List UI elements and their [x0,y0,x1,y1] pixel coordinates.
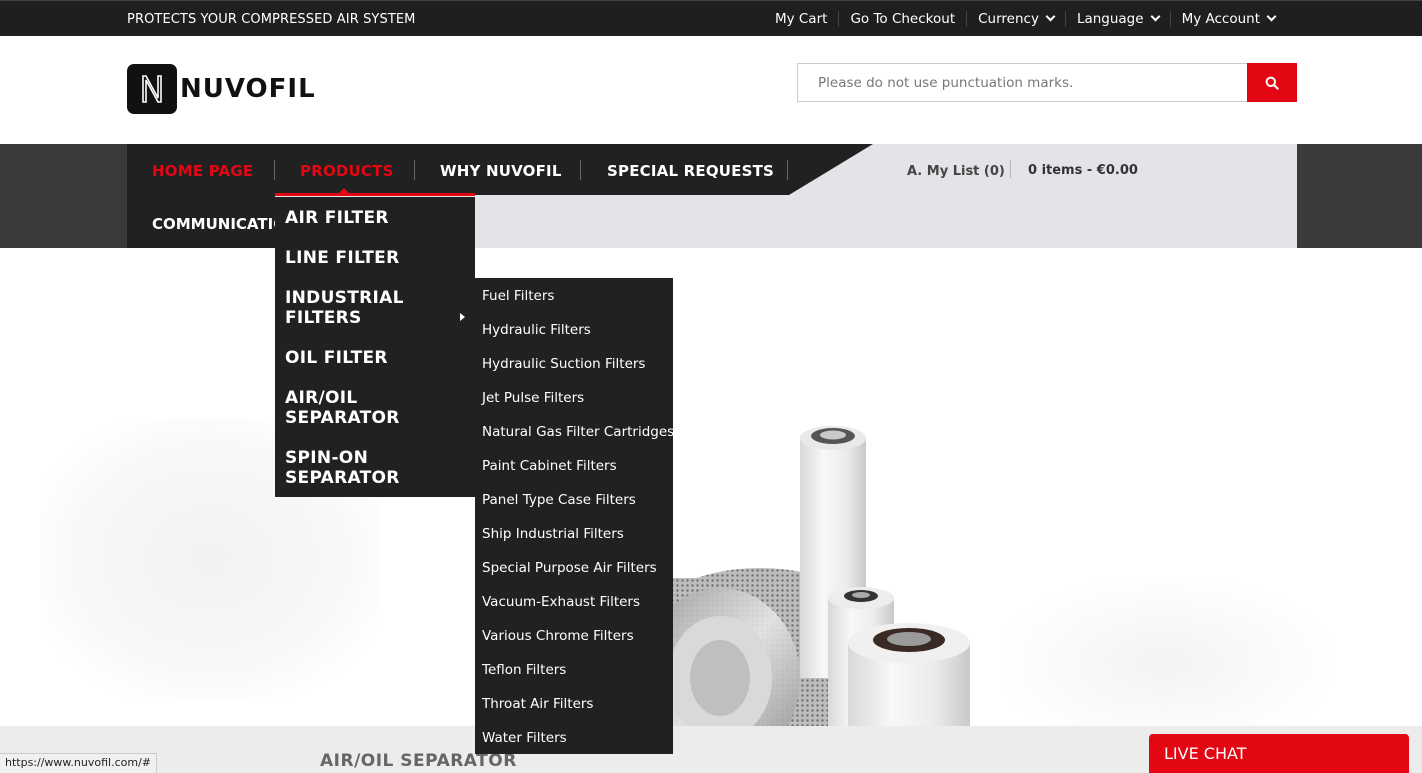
submenu-item[interactable]: Natural Gas Filter Cartridges [482,424,674,440]
nav-divider [580,160,581,180]
menu-air-filter[interactable]: AIR FILTER [285,208,465,228]
submenu-item[interactable]: Vacuum-Exhaust Filters [482,594,640,610]
category-band-label[interactable]: AIR/OIL SEPARATOR [320,751,517,771]
search-icon [1265,76,1279,90]
hero-banner: AIR/OIL SEPARATOR [0,248,1422,773]
main-nav: HOME PAGE PRODUCTS WHY NUVOFIL SPECIAL R… [0,144,1422,248]
site-logo[interactable]: NUVOFIL [127,64,316,114]
chevron-down-icon [1266,11,1277,22]
submenu-item[interactable]: Water Filters [482,730,567,746]
nav-why-nuvofil[interactable]: WHY NUVOFIL [440,162,562,180]
nav-communication[interactable]: COMMUNICATION [152,215,275,233]
checkout-link[interactable]: Go To Checkout [838,11,966,27]
menu-spin-on-separator[interactable]: SPIN-ON SEPARATOR [285,448,425,488]
currency-label: Currency [978,11,1039,27]
checkout-label: Go To Checkout [850,11,956,27]
menu-line-filter[interactable]: LINE FILTER [285,248,465,268]
my-list-link[interactable]: A. My List (0) [907,164,1005,179]
n-logo-icon [142,75,162,103]
nav-side-right [1297,144,1422,248]
submenu-item[interactable]: Hydraulic Filters [482,322,591,338]
submenu-item[interactable]: Paint Cabinet Filters [482,458,617,474]
submenu-item[interactable]: Special Purpose Air Filters [482,560,657,576]
submenu-item[interactable]: Teflon Filters [482,662,566,678]
language-label: Language [1076,11,1144,27]
brand-name: NUVOFIL [180,74,316,104]
search-button[interactable] [1247,63,1297,102]
products-dropdown: AIR FILTER LINE FILTER INDUSTRIAL FILTER… [275,197,475,497]
search-bar [797,63,1297,102]
my-account-dropdown[interactable]: My Account [1169,11,1286,27]
industrial-filters-submenu: Fuel Filters Hydraulic Filters Hydraulic… [475,278,674,754]
tagline: PROTECTS YOUR COMPRESSED AIR SYSTEM [127,12,416,27]
currency-dropdown[interactable]: Currency [966,11,1065,27]
submenu-item[interactable]: Hydraulic Suction Filters [482,356,645,372]
filters-product-image [640,426,970,773]
my-cart-label: My Cart [774,11,828,27]
cart-summary[interactable]: 0 items - €0.00 [1028,163,1138,178]
menu-air-oil-separator[interactable]: AIR/OIL SEPARATOR [285,388,425,428]
top-links: My Cart Go To Checkout Currency Language… [764,1,1286,37]
submenu-item[interactable]: Throat Air Filters [482,696,593,712]
chevron-down-icon [1045,11,1056,22]
submenu-item[interactable]: Jet Pulse Filters [482,390,584,406]
submenu-item[interactable]: Fuel Filters [482,288,554,304]
submenu-item[interactable]: Ship Industrial Filters [482,526,624,542]
menu-oil-filter[interactable]: OIL FILTER [285,348,465,368]
search-input[interactable] [797,63,1247,102]
nav-special-requests[interactable]: SPECIAL REQUESTS [607,162,774,180]
status-url: https://www.nuvofil.com/# [0,753,157,773]
language-dropdown[interactable]: Language [1064,11,1170,27]
live-chat-button[interactable]: LIVE CHAT [1149,734,1409,773]
nav-home[interactable]: HOME PAGE [152,162,253,180]
nav-side-left [0,144,127,248]
top-bar: PROTECTS YOUR COMPRESSED AIR SYSTEM My C… [0,0,1422,36]
cart-divider [1010,160,1011,178]
my-account-label: My Account [1181,11,1260,27]
nav-active-underline [275,193,475,196]
nav-divider [414,160,415,180]
submenu-item[interactable]: Various Chrome Filters [482,628,634,644]
submenu-arrow-icon [460,313,465,321]
nav-divider [787,160,788,180]
menu-industrial-filters[interactable]: INDUSTRIAL FILTERS [285,288,425,328]
submenu-item[interactable]: Panel Type Case Filters [482,492,636,508]
nav-products[interactable]: PRODUCTS [300,162,394,180]
nav-divider [274,160,275,180]
chevron-down-icon [1150,11,1161,22]
my-cart-link[interactable]: My Cart [764,11,838,27]
logo-mark [127,64,177,114]
